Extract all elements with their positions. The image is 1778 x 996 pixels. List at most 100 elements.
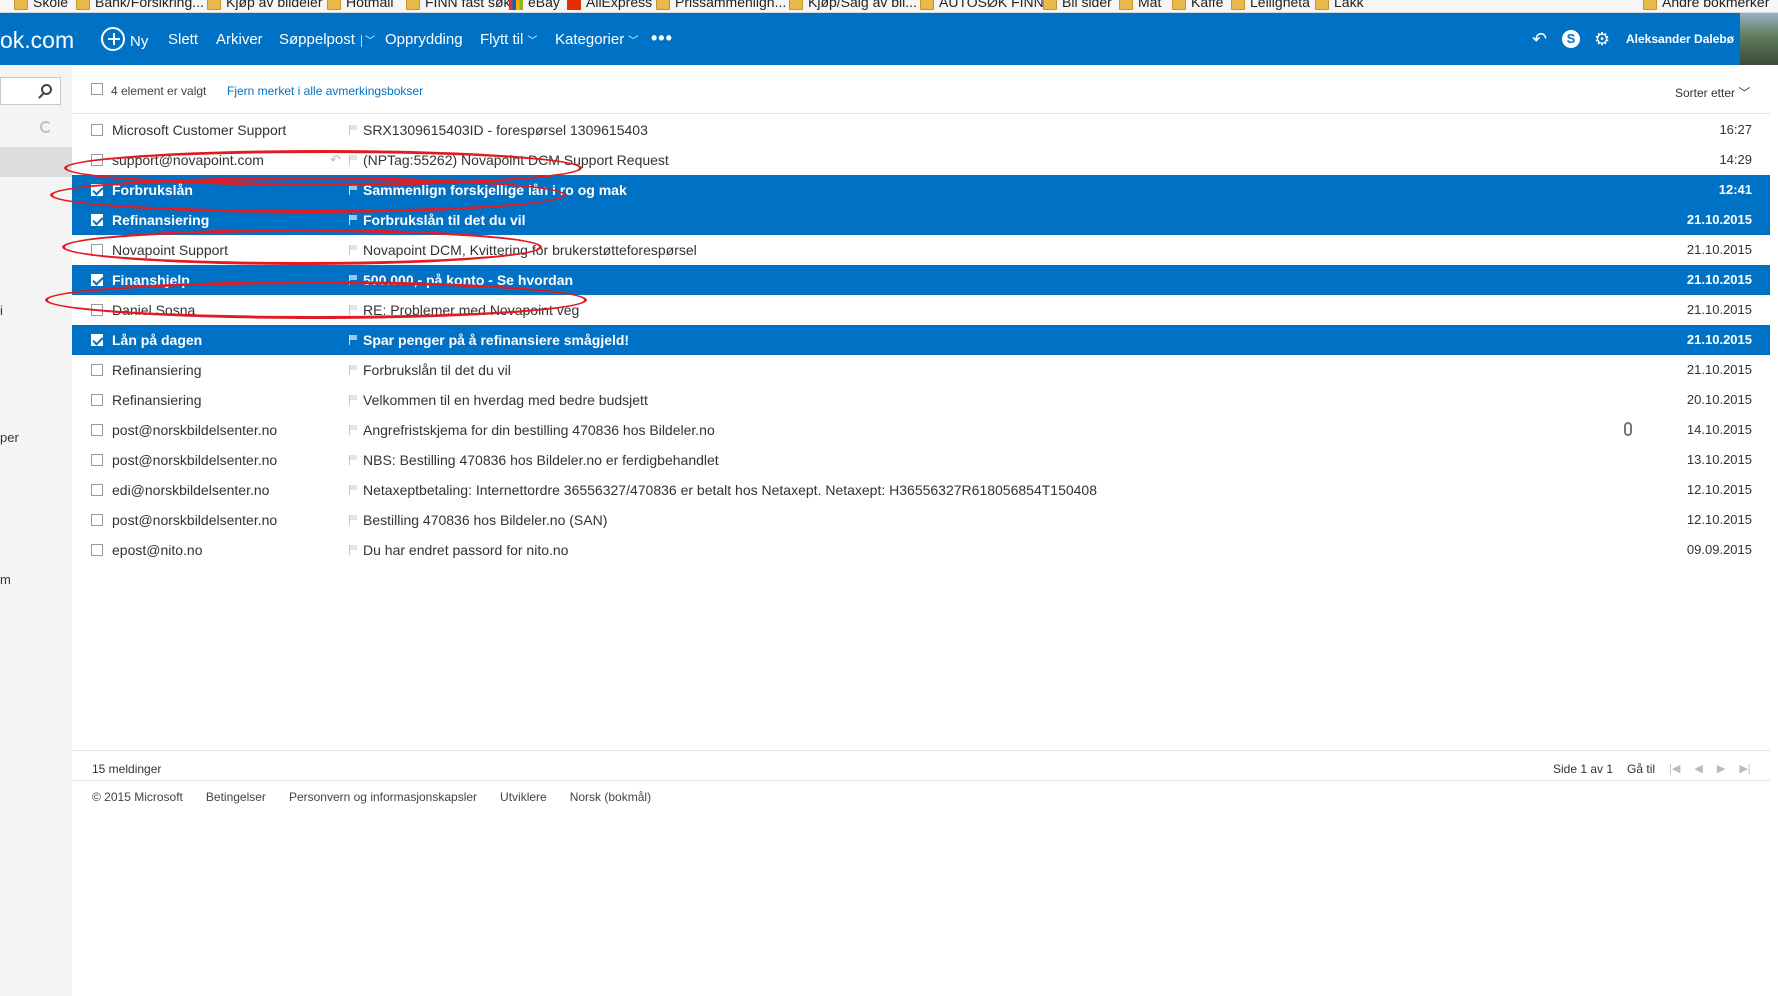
flag-icon[interactable] xyxy=(349,185,357,195)
message-row[interactable]: epost@nito.no Du har endret passord for n… xyxy=(72,535,1770,565)
message-checkbox[interactable] xyxy=(91,274,103,286)
sender: Refinansiering xyxy=(112,392,202,408)
message-row[interactable]: Daniel Sosna RE: Problemer med Novapoint … xyxy=(72,295,1770,325)
message-row[interactable]: Refinansiering Velkommen til en hverdag m… xyxy=(72,385,1770,415)
message-checkbox[interactable] xyxy=(91,364,103,376)
brand-logo[interactable]: ok.com xyxy=(0,27,74,54)
flag-icon[interactable] xyxy=(349,365,357,375)
message-row[interactable]: Refinansiering Forbrukslån til det du vil… xyxy=(72,205,1770,235)
avatar[interactable] xyxy=(1740,13,1778,65)
message-checkbox[interactable] xyxy=(91,124,103,136)
message-checkbox[interactable] xyxy=(91,244,103,256)
delete-button[interactable]: Slett xyxy=(168,31,198,48)
flag-icon[interactable] xyxy=(349,515,357,525)
message-row[interactable]: edi@norskbildelsenter.no Netaxeptbetaling… xyxy=(72,475,1770,505)
subject: SRX1309615403ID - forespørsel 1309615403 xyxy=(363,122,648,138)
bookmark-finn[interactable]: FINN fast søk xyxy=(406,0,511,10)
sort-button[interactable]: Sorter etter ﹀ xyxy=(1675,84,1750,101)
message-row[interactable]: Microsoft Customer Support SRX1309615403I… xyxy=(72,115,1770,145)
first-page-icon[interactable]: |◀ xyxy=(1669,762,1680,776)
message-row[interactable]: Lån på dagen Spar penger på å refinansier… xyxy=(72,325,1770,355)
privacy-link[interactable]: Personvern og informasjonskapsler xyxy=(289,790,477,804)
message-row[interactable]: Forbrukslån Sammenlign forskjellige lån i… xyxy=(72,175,1770,205)
message-checkbox[interactable] xyxy=(91,334,103,346)
bookmark-hotmail[interactable]: Hotmail xyxy=(327,0,393,10)
undo-icon[interactable]: ↶ xyxy=(1532,29,1547,50)
next-page-icon[interactable]: ▶ xyxy=(1717,762,1725,776)
message-checkbox[interactable] xyxy=(91,394,103,406)
flag-icon[interactable] xyxy=(349,275,357,285)
chevron-down-icon: │﹀ xyxy=(358,36,376,47)
subject: Bestilling 470836 hos Bildeler.no (SAN) xyxy=(363,512,608,528)
folder-icon xyxy=(920,0,934,10)
bookmark-andre[interactable]: Andre bokmerker xyxy=(1643,0,1769,10)
folder-item-fragment[interactable]: i xyxy=(0,303,3,318)
bookmark-kjop-salg[interactable]: Kjøp/Salg av bil... xyxy=(789,0,917,10)
bookmark-autosok[interactable]: AUTOSØK FINN xyxy=(920,0,1044,10)
bookmark-bank[interactable]: Bank/Forsikring... xyxy=(76,0,204,10)
message-row[interactable]: post@norskbildelsenter.no NBS: Bestilling… xyxy=(72,445,1770,475)
message-row[interactable]: Novapoint Support Novapoint DCM, Kvitteri… xyxy=(72,235,1770,265)
folder-icon xyxy=(1172,0,1186,10)
categories-button[interactable]: Kategorier ﹀ xyxy=(555,31,638,48)
bookmark-aliexpress[interactable]: AliExpress xyxy=(567,0,652,10)
message-checkbox[interactable] xyxy=(91,544,103,556)
flag-icon[interactable] xyxy=(349,545,357,555)
message-row[interactable]: post@norskbildelsenter.no Bestilling 4708… xyxy=(72,505,1770,535)
bookmark-ebay[interactable]: eBay xyxy=(509,0,560,10)
message-row[interactable]: post@norskbildelsenter.no Angrefristskjem… xyxy=(72,415,1770,445)
gear-icon[interactable]: ⚙ xyxy=(1594,29,1610,50)
bookmark-bilsider[interactable]: Bil sider xyxy=(1043,0,1112,10)
bookmark-bildeler[interactable]: Kjøp av bildeler xyxy=(207,0,323,10)
new-button[interactable]: Ny xyxy=(101,27,148,51)
message-checkbox[interactable] xyxy=(91,514,103,526)
folder-item-inbox[interactable] xyxy=(0,147,72,177)
bookmark-lakk[interactable]: Lakk xyxy=(1315,0,1364,10)
flag-icon[interactable] xyxy=(349,395,357,405)
select-all-checkbox[interactable] xyxy=(91,83,103,95)
more-button[interactable]: ••• xyxy=(651,28,673,49)
message-row[interactable]: Finanshjelp 500.000,- på konto - Se hvord… xyxy=(72,265,1770,295)
refresh-icon[interactable] xyxy=(40,121,52,133)
terms-link[interactable]: Betingelser xyxy=(206,790,266,804)
developers-link[interactable]: Utviklere xyxy=(500,790,547,804)
search-icon[interactable] xyxy=(41,84,52,95)
goto-button[interactable]: Gå til xyxy=(1627,762,1655,776)
flag-icon[interactable] xyxy=(349,425,357,435)
message-row[interactable]: Refinansiering Forbrukslån til det du vil… xyxy=(72,355,1770,385)
flag-icon[interactable] xyxy=(349,215,357,225)
flag-icon[interactable] xyxy=(349,305,357,315)
flag-icon[interactable] xyxy=(349,485,357,495)
message-checkbox[interactable] xyxy=(91,214,103,226)
language-link[interactable]: Norsk (bokmål) xyxy=(570,790,651,804)
message-checkbox[interactable] xyxy=(91,304,103,316)
bookmark-kaffe[interactable]: Kaffe xyxy=(1172,0,1223,10)
search-input[interactable] xyxy=(0,77,61,105)
message-checkbox[interactable] xyxy=(91,424,103,436)
bookmark-mat[interactable]: Mat xyxy=(1119,0,1161,10)
sweep-button[interactable]: Opprydding xyxy=(385,31,463,48)
message-checkbox[interactable] xyxy=(91,484,103,496)
flag-icon[interactable] xyxy=(349,245,357,255)
flag-icon[interactable] xyxy=(349,335,357,345)
user-name[interactable]: Aleksander Dalebø xyxy=(1626,32,1734,46)
skype-icon[interactable]: S xyxy=(1562,30,1580,48)
flag-icon[interactable] xyxy=(349,455,357,465)
message-row[interactable]: support@novapoint.com (NPTag:55262) Novap… xyxy=(72,145,1770,175)
bookmark-skole[interactable]: Skole xyxy=(14,0,68,10)
bookmark-leilighet[interactable]: Leilighetа xyxy=(1231,0,1310,10)
folder-item-fragment[interactable]: per xyxy=(0,430,19,445)
last-page-icon[interactable]: ▶| xyxy=(1739,762,1750,776)
clear-selection-link[interactable]: Fjern merket i alle avmerkingsbokser xyxy=(227,84,423,98)
message-checkbox[interactable] xyxy=(91,184,103,196)
move-to-button[interactable]: Flytt til ﹀ xyxy=(480,31,537,48)
archive-button[interactable]: Arkiver xyxy=(216,31,263,48)
prev-page-icon[interactable]: ◀ xyxy=(1694,762,1702,776)
message-checkbox[interactable] xyxy=(91,454,103,466)
bookmark-prissammenligning[interactable]: Prissammenlign... xyxy=(656,0,786,10)
flag-icon[interactable] xyxy=(349,155,357,165)
folder-item-fragment[interactable]: m xyxy=(0,572,11,587)
flag-icon[interactable] xyxy=(349,125,357,135)
message-checkbox[interactable] xyxy=(91,154,103,166)
junk-button[interactable]: Søppelpost │﹀ xyxy=(279,31,375,48)
